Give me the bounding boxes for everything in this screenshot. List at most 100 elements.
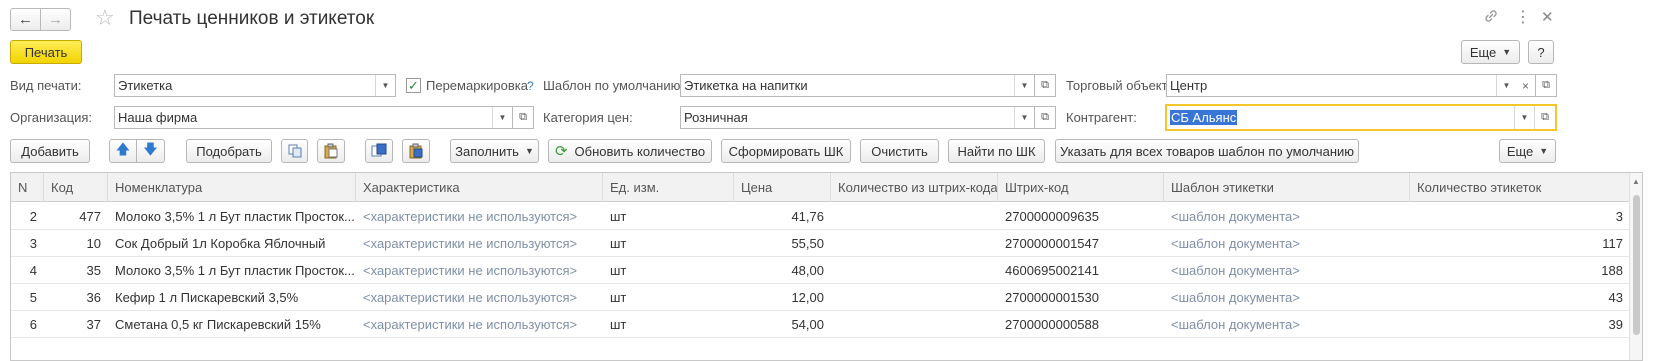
favorite-star-icon[interactable]: ☆ [95, 6, 115, 30]
open-counterparty-button[interactable]: ⧉ [1534, 106, 1555, 129]
open-icon: ⧉ [1542, 79, 1550, 91]
copy-icon [288, 144, 301, 158]
arrow-up-icon: 🡅 [115, 141, 131, 157]
scroll-up-icon[interactable]: ▲ [1632, 177, 1640, 186]
help-button[interactable]: ? [1528, 40, 1554, 64]
open-organization-button[interactable]: ⧉ [513, 106, 534, 129]
print-type-value: Этикетка [118, 78, 173, 93]
cell-nomenclature: Молоко 3,5% 1 л Бут пластик Просток... [115, 263, 355, 278]
table-header: N Код Номенклатура Характеристика Ед. из… [11, 173, 1630, 202]
dropdown-arrow-icon[interactable]: ▼ [492, 107, 512, 128]
paste-button[interactable] [317, 139, 345, 163]
counterparty-select[interactable]: СБ Альянс ▼ ⧉ [1165, 104, 1557, 131]
set-default-template-button[interactable]: Указать для всех товаров шаблон по умолч… [1055, 139, 1359, 163]
table-more-button[interactable]: Еще ▼ [1499, 139, 1556, 163]
table-row[interactable]: 2 477 Молоко 3,5% 1 л Бут пластик Просто… [11, 203, 1630, 230]
dropdown-arrow-icon[interactable]: ▼ [1514, 106, 1534, 129]
counterparty-value: СБ Альянс [1170, 110, 1238, 125]
print-button[interactable]: Печать [10, 40, 82, 64]
column-header-label-qty[interactable]: Количество этикеток [1410, 173, 1630, 202]
close-icon[interactable]: ✕ [1541, 8, 1554, 28]
products-table[interactable]: N Код Номенклатура Характеристика Ед. из… [10, 172, 1643, 361]
table-more-label: Еще [1506, 143, 1534, 159]
caret-down-icon: ▼ [524, 146, 534, 156]
make-barcode-button[interactable]: Сформировать ШК [721, 139, 851, 163]
counterparty-label: Контрагент: [1066, 110, 1137, 125]
remark-label[interactable]: Перемаркировка [426, 75, 528, 97]
clear-trade-object-button[interactable]: × [1516, 74, 1536, 97]
dropdown-arrow-icon[interactable]: ▼ [1014, 107, 1034, 128]
dropdown-arrow-icon[interactable]: ▼ [1496, 75, 1516, 96]
page-title: Печать ценников и этикеток [129, 8, 375, 29]
column-header-barcode[interactable]: Штрих-код [998, 173, 1164, 202]
scrollbar-thumb[interactable] [1633, 195, 1640, 335]
clear-icon: × [1521, 78, 1529, 93]
column-header-code[interactable]: Код [44, 173, 108, 202]
caret-down-icon: ▼ [1502, 47, 1512, 57]
cell-unit: шт [610, 236, 627, 251]
column-header-label-template[interactable]: Шаблон этикетки [1164, 173, 1410, 202]
link-icon[interactable] [1483, 8, 1499, 30]
cell-n: 2 [29, 209, 37, 224]
cell-barcode: 2700000000588 [1005, 317, 1099, 332]
add-button[interactable]: Добавить [10, 139, 90, 163]
organization-value: Наша фирма [118, 110, 198, 125]
price-category-select[interactable]: Розничная ▼ [680, 106, 1035, 129]
column-header-qty-from-barcode[interactable]: Количество из штрих-кода [831, 173, 998, 202]
cell-characteristic: <характеристики не используются> [363, 209, 578, 224]
back-button[interactable]: ← [10, 8, 41, 31]
remark-checkbox[interactable]: ✓ [406, 78, 421, 93]
cell-label-template: <шаблон документа> [1171, 209, 1300, 224]
default-template-select[interactable]: Этикетка на напитки ▼ [680, 74, 1035, 97]
more-menu-button[interactable]: Еще ▼ [1461, 40, 1520, 64]
table-row[interactable]: 6 37 Сметана 0,5 кг Пискаревский 15% <ха… [11, 311, 1630, 338]
print-type-select[interactable]: Этикетка ▼ [114, 74, 396, 97]
move-down-button[interactable]: 🡇 [136, 139, 165, 163]
paste-icon [324, 143, 338, 159]
cell-label-qty: 117 [1602, 236, 1623, 251]
column-header-characteristic[interactable]: Характеристика [356, 173, 603, 202]
dropdown-arrow-icon[interactable]: ▼ [1014, 75, 1034, 96]
forward-button[interactable]: → [40, 8, 71, 31]
move-up-button[interactable]: 🡅 [109, 139, 137, 163]
cell-qty-from-barcode [831, 230, 998, 257]
paste-rows-icon [409, 143, 423, 159]
cell-qty-from-barcode [831, 311, 998, 338]
organization-select[interactable]: Наша фирма ▼ [114, 106, 513, 129]
column-header-price[interactable]: Цена [734, 173, 831, 202]
cell-n: 5 [29, 290, 37, 305]
cell-unit: шт [610, 209, 627, 224]
checkmark-icon: ✓ [408, 77, 419, 93]
caret-down-icon: ▼ [1539, 146, 1549, 156]
copy-button[interactable] [281, 139, 308, 163]
copy-selected-button[interactable] [365, 139, 393, 163]
cell-barcode: 2700000001530 [1005, 290, 1099, 305]
table-row[interactable]: 5 36 Кефир 1 л Пискаревский 3,5% <характ… [11, 284, 1630, 311]
column-header-nomenclature[interactable]: Номенклатура [108, 173, 356, 202]
fill-menu-button[interactable]: Заполнить ▼ [450, 139, 539, 163]
cell-characteristic: <характеристики не используются> [363, 236, 578, 251]
open-trade-object-button[interactable]: ⧉ [1536, 74, 1557, 97]
print-type-label: Вид печати: [10, 78, 82, 93]
cell-nomenclature: Сок Добрый 1л Коробка Яблочный [115, 236, 326, 251]
vertical-scrollbar[interactable]: ▲ [1629, 173, 1642, 360]
open-price-category-button[interactable]: ⧉ [1035, 106, 1056, 129]
open-template-button[interactable]: ⧉ [1035, 74, 1056, 97]
column-header-unit[interactable]: Ед. изм. [603, 173, 734, 202]
cell-label-qty: 188 [1601, 263, 1623, 278]
find-by-barcode-button[interactable]: Найти по ШК [948, 139, 1045, 163]
column-header-n[interactable]: N [11, 173, 44, 202]
dropdown-arrow-icon[interactable]: ▼ [375, 75, 395, 96]
paste-rows-button[interactable] [402, 139, 430, 163]
table-row[interactable]: 4 35 Молоко 3,5% 1 л Бут пластик Просток… [11, 257, 1630, 284]
clear-button[interactable]: Очистить [860, 139, 939, 163]
trade-object-select[interactable]: Центр ▼ [1166, 74, 1517, 97]
more-vertical-icon[interactable]: ⋮ [1515, 8, 1531, 28]
cell-nomenclature: Сметана 0,5 кг Пискаревский 15% [115, 317, 321, 332]
pick-button[interactable]: Подобрать [186, 139, 272, 163]
cell-label-template: <шаблон документа> [1171, 263, 1300, 278]
remark-help-icon[interactable]: ? [527, 79, 534, 93]
refresh-quantity-button[interactable]: ⟳ Обновить количество [548, 139, 712, 163]
table-row[interactable]: 3 10 Сок Добрый 1л Коробка Яблочный <хар… [11, 230, 1630, 257]
cell-code: 36 [86, 290, 101, 305]
